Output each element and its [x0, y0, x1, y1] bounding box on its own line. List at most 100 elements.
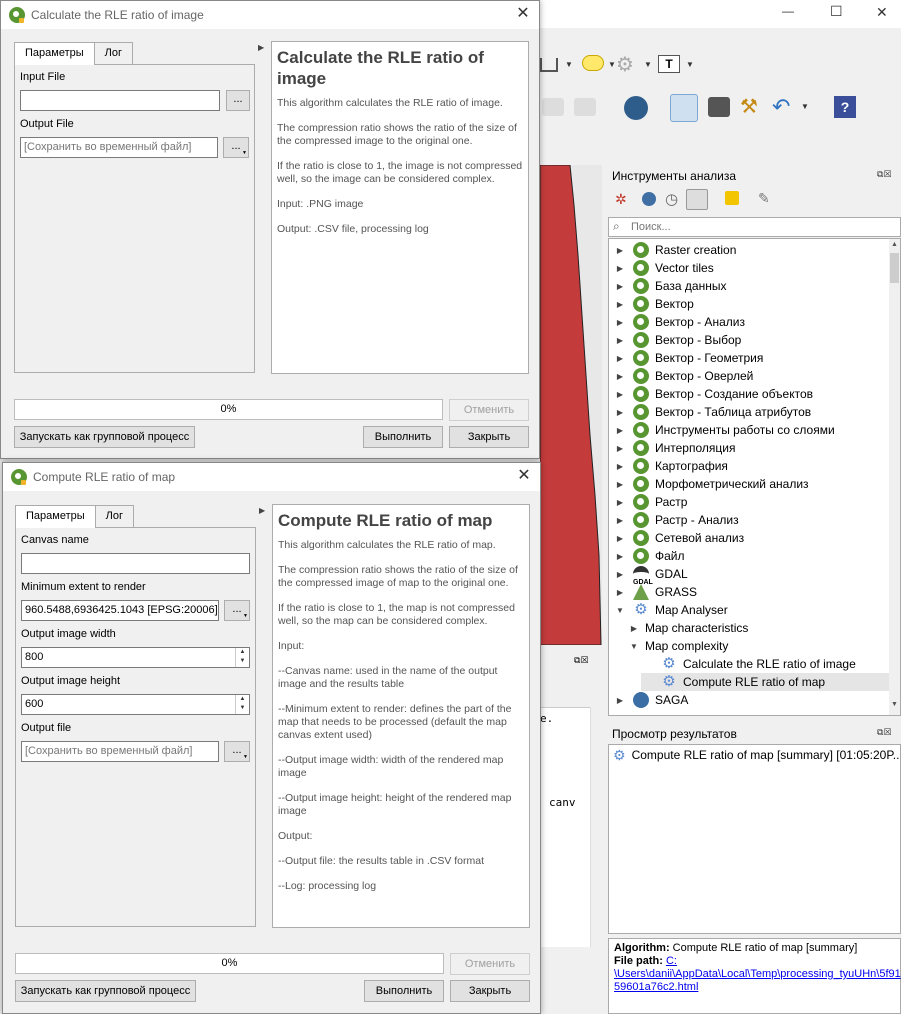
chevron-right-icon[interactable]: ▶	[613, 588, 627, 597]
tab-log[interactable]: Лог	[93, 42, 133, 64]
tree-item[interactable]: ▶ Сетевой анализ	[613, 529, 744, 547]
console-scrollbar[interactable]	[590, 707, 602, 947]
models-icon[interactable]: ✲	[615, 191, 627, 208]
tree-item[interactable]: ▶ Вектор - Оверлей	[613, 367, 753, 385]
chevron-right-icon[interactable]: ▶	[613, 444, 627, 453]
dropdown-arrow-icon[interactable]: ▼	[565, 60, 573, 69]
annotation-icon[interactable]	[582, 55, 604, 71]
batch-process-button[interactable]: Запускать как групповой процесс	[14, 426, 195, 448]
chevron-right-icon[interactable]: ▶	[613, 480, 627, 489]
dock-float-close-icon[interactable]: ⧉☒	[877, 727, 892, 738]
measure-icon[interactable]	[540, 58, 558, 72]
scroll-down-arrow[interactable]: ▼	[891, 701, 898, 708]
dock-float-close-icon[interactable]: ⧉☒	[574, 655, 589, 666]
text-tool-icon[interactable]: T	[658, 55, 680, 73]
tree-item[interactable]: ▶ SAGA	[613, 691, 688, 709]
chevron-right-icon[interactable]: ▶	[613, 336, 627, 345]
toolbox-search-input[interactable]: ⌕ Поиск...	[608, 217, 901, 237]
chevron-down-icon[interactable]: ▼	[613, 606, 627, 615]
tree-item[interactable]: ▶ Файл	[613, 547, 685, 565]
dropdown-arrow-icon[interactable]: ▼	[608, 60, 616, 69]
height-spinbox[interactable]: 600 ▲ ▼	[21, 694, 250, 715]
minimize-button[interactable]: —	[782, 4, 794, 18]
chevron-right-icon[interactable]: ▶	[613, 390, 627, 399]
dropdown-arrow-icon[interactable]: ▼	[801, 102, 809, 111]
chevron-right-icon[interactable]: ▶	[613, 534, 627, 543]
close-icon[interactable]: ✕	[515, 6, 531, 22]
tree-item[interactable]: ▼ ⚙ Map Analyser	[613, 601, 728, 619]
tree-item[interactable]: ▶ Вектор - Создание объектов	[613, 385, 813, 403]
output-file-field[interactable]: [Сохранить во временный файл]	[20, 137, 218, 158]
batch-process-button[interactable]: Запускать как групповой процесс	[15, 980, 196, 1002]
filepath-link[interactable]: 59601a76c2.html	[614, 981, 698, 993]
tree-item[interactable]: ▶ Вектор - Выбор	[613, 331, 741, 349]
tree-item[interactable]: ▶ Инструменты работы со слоями	[613, 421, 835, 439]
splitter-collapse-icon[interactable]: ▶	[258, 43, 264, 52]
history-icon[interactable]: ◷	[665, 190, 678, 208]
chevron-right-icon[interactable]: ▶	[613, 462, 627, 471]
tree-item[interactable]: ▶ Растр - Анализ	[613, 511, 739, 529]
chevron-right-icon[interactable]: ▶	[613, 318, 627, 327]
map-canvas[interactable]	[540, 165, 602, 645]
dock-float-close-icon[interactable]: ⧉☒	[877, 169, 892, 180]
input-file-field[interactable]	[20, 90, 220, 111]
width-spinbox[interactable]: 800 ▲ ▼	[21, 647, 250, 668]
hammer-icon[interactable]: ⚒	[740, 94, 758, 119]
tree-item[interactable]: ▶ Raster creation	[613, 241, 736, 259]
dropdown-arrow-icon[interactable]: ▼	[686, 60, 694, 69]
tree-item[interactable]: ▶ Map characteristics	[627, 619, 748, 637]
chevron-right-icon[interactable]: ▶	[627, 624, 641, 633]
tree-item[interactable]: ▼ Map complexity	[627, 637, 728, 655]
python-icon[interactable]	[624, 96, 648, 120]
chevron-right-icon[interactable]: ▶	[613, 696, 627, 705]
cancel-button[interactable]: Отменить	[450, 953, 530, 975]
options-icon[interactable]: ✎	[758, 190, 770, 207]
maximize-button[interactable]: ☐	[830, 3, 843, 20]
chevron-right-icon[interactable]: ▶	[613, 354, 627, 363]
python-script-icon[interactable]	[642, 192, 656, 206]
undo-icon[interactable]: ↶	[772, 94, 790, 120]
chevron-right-icon[interactable]: ▶	[613, 498, 627, 507]
tree-item[interactable]: ▶ GDAL GDAL	[613, 565, 688, 586]
tree-item[interactable]: ▶ GRASS	[613, 583, 697, 601]
chevron-down-icon[interactable]: ▼	[627, 642, 641, 651]
spin-arrows-icon[interactable]: ▲ ▼	[235, 695, 249, 714]
help-icon[interactable]: ?	[834, 96, 856, 118]
chevron-right-icon[interactable]: ▶	[613, 264, 627, 273]
extent-field[interactable]: 960.5488,6936425.1043 [EPSG:20006]	[21, 600, 219, 621]
python-console-icon[interactable]	[670, 94, 698, 122]
filepath-link[interactable]: \Users\danii\AppData\Local\Temp\processi…	[614, 968, 901, 980]
close-button[interactable]: Закрыть	[449, 426, 529, 448]
results-list-item[interactable]: ⚙ Compute RLE ratio of map [summary] [01…	[609, 745, 900, 765]
filepath-link[interactable]: C:	[666, 955, 677, 967]
tree-item[interactable]: ⚙ Calculate the RLE ratio of image	[641, 655, 856, 673]
tree-item[interactable]: ▶ Вектор	[613, 295, 694, 313]
tree-item[interactable]: ▶ Вектор - Геометрия	[613, 349, 763, 367]
tree-item[interactable]: ⚙ Compute RLE ratio of map	[641, 673, 889, 691]
label-tool-icon[interactable]	[542, 98, 564, 116]
screenshot-icon[interactable]	[708, 97, 730, 117]
browse-button[interactable]: ...	[226, 90, 250, 111]
chevron-right-icon[interactable]: ▶	[613, 300, 627, 309]
chevron-right-icon[interactable]: ▶	[613, 426, 627, 435]
edit-features-icon[interactable]	[725, 191, 739, 205]
chevron-right-icon[interactable]: ▶	[613, 282, 627, 291]
close-main-button[interactable]: ✕	[876, 4, 888, 21]
chevron-right-icon[interactable]: ▶	[613, 570, 627, 579]
run-button[interactable]: Выполнить	[364, 980, 444, 1002]
canvas-name-field[interactable]	[21, 553, 250, 574]
dropdown-arrow-icon[interactable]: ▼	[644, 60, 652, 69]
tree-item[interactable]: ▶ Интерполяция	[613, 439, 735, 457]
spin-arrows-icon[interactable]: ▲ ▼	[235, 648, 249, 667]
tree-item[interactable]: ▶ Морфометрический анализ	[613, 475, 809, 493]
tree-item[interactable]: ▶ Вектор - Таблица атрибутов	[613, 403, 811, 421]
tree-item[interactable]: ▶ Вектор - Анализ	[613, 313, 745, 331]
chevron-right-icon[interactable]: ▶	[613, 552, 627, 561]
tab-parameters[interactable]: Параметры	[15, 505, 96, 528]
tab-parameters[interactable]: Параметры	[14, 42, 95, 65]
run-button[interactable]: Выполнить	[363, 426, 443, 448]
chevron-right-icon[interactable]: ▶	[613, 408, 627, 417]
results-viewer-icon[interactable]	[686, 189, 708, 210]
tab-log[interactable]: Лог	[94, 505, 134, 527]
tree-item[interactable]: ▶ Картография	[613, 457, 728, 475]
